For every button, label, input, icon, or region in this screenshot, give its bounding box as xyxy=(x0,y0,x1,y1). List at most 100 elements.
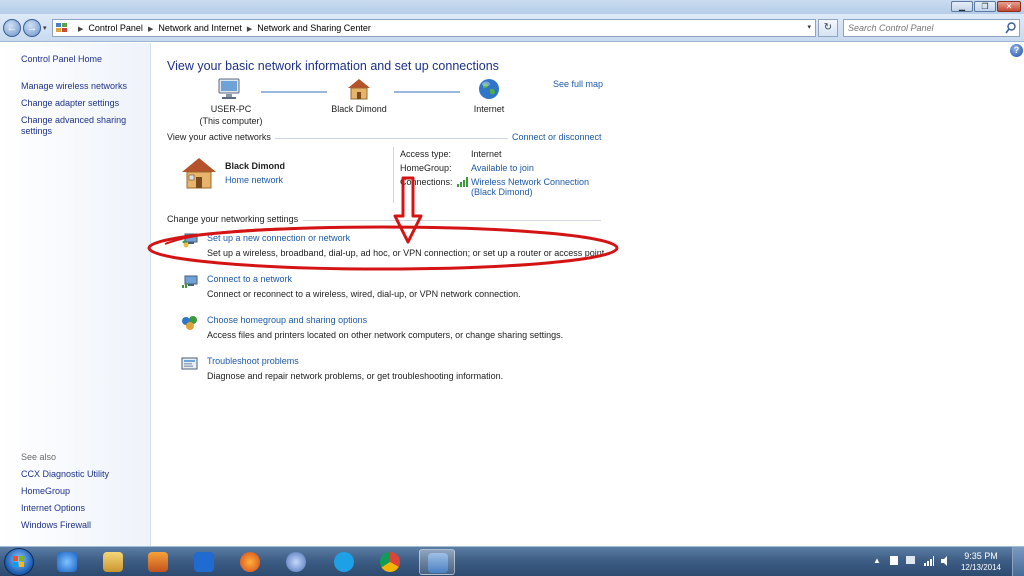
see-also-ccx-diagnostic-utility[interactable]: CCX Diagnostic Utility xyxy=(21,469,109,480)
taskbar-control-panel[interactable] xyxy=(419,549,455,575)
windows-logo-icon xyxy=(13,556,24,567)
help-icon[interactable]: ? xyxy=(1010,44,1023,57)
access-type-label: Access type: xyxy=(400,149,452,159)
network-type-link[interactable]: Home network xyxy=(225,175,283,185)
media-player-icon xyxy=(148,552,168,572)
divider xyxy=(303,220,601,221)
breadcrumb: ▶ Control Panel ▶ Network and Internet ▶ Netw… xyxy=(73,23,371,33)
clock-date[interactable]: 12/13/2014 xyxy=(958,563,1004,572)
connect-network-icon xyxy=(182,275,198,288)
monitor-icon[interactable] xyxy=(906,556,915,564)
sidebar-item-label-line-1: Change advanced sharing xyxy=(21,115,127,125)
refresh-button[interactable]: ↻ xyxy=(818,19,838,37)
annotation-ellipse xyxy=(147,225,619,271)
taskbar: ▲ 9:35 PM 12/13/2014 xyxy=(0,546,1024,576)
internet-explorer-icon xyxy=(57,552,77,572)
address-bar[interactable]: ▶ Control Panel ▶ Network and Internet ▶ Netw… xyxy=(52,19,816,37)
breadcrumb-network-and-internet[interactable]: Network and Internet xyxy=(158,23,242,33)
show-hidden-icons-button[interactable]: ▲ xyxy=(873,556,883,566)
firefox-icon xyxy=(240,552,260,572)
action-center-flag-icon[interactable] xyxy=(890,556,898,565)
access-type-value: Internet xyxy=(471,149,502,159)
connection-network: (Black Dimond) xyxy=(471,187,533,197)
volume-icon[interactable] xyxy=(941,556,951,566)
task-connect-network-desc: Connect or reconnect to a wireless, wire… xyxy=(207,289,521,299)
see-also-internet-options[interactable]: Internet Options xyxy=(21,503,85,514)
recent-pages-icon[interactable]: ▾ xyxy=(43,24,47,32)
taskbar-media-player[interactable] xyxy=(140,549,176,575)
navigation-bar: ← → ▾ ▶ Control Panel ▶ Network and Interne… xyxy=(0,14,1024,42)
taskbar-internet-explorer[interactable] xyxy=(49,549,85,575)
breadcrumb-separator[interactable]: ▶ xyxy=(148,26,153,33)
map-computer-name: USER-PC xyxy=(210,104,252,114)
active-networks-heading: View your active networks xyxy=(167,132,271,142)
start-button[interactable] xyxy=(4,548,34,576)
see-also-windows-firewall[interactable]: Windows Firewall xyxy=(21,520,91,531)
close-button[interactable]: ✕ xyxy=(997,1,1021,12)
sidebar-item-change-advanced-sharing-settings[interactable]: Change advanced sharing settings xyxy=(21,115,126,137)
taskbar-app-m[interactable] xyxy=(186,549,222,575)
home-network-icon xyxy=(182,158,216,189)
homegroup-icon xyxy=(182,316,197,330)
map-computer-sub: (This computer) xyxy=(199,116,263,126)
minimize-button[interactable]: ▁ xyxy=(951,1,973,12)
breadcrumb-network-and-sharing-center[interactable]: Network and Sharing Center xyxy=(257,23,371,33)
wireless-connection-link[interactable]: Wireless Network Connection (Black Dimon… xyxy=(471,177,589,197)
breadcrumb-separator[interactable]: ▶ xyxy=(78,26,83,33)
taskbar-file-explorer[interactable] xyxy=(95,549,131,575)
control-panel-icon xyxy=(56,23,67,32)
taskbar-skype[interactable] xyxy=(326,549,362,575)
control-panel-icon xyxy=(428,553,448,573)
wireless-signal-icon xyxy=(457,177,468,187)
divider xyxy=(275,138,508,139)
breadcrumb-control-panel[interactable]: Control Panel xyxy=(88,23,143,33)
globe-icon xyxy=(286,552,306,572)
sidebar-item-change-adapter-settings[interactable]: Change adapter settings xyxy=(21,98,119,109)
taskbar-globe-app[interactable] xyxy=(278,549,314,575)
app-m-icon xyxy=(194,552,214,572)
map-connection-line xyxy=(394,91,460,93)
home-network-icon xyxy=(348,79,370,100)
forward-button[interactable]: → xyxy=(23,19,41,37)
map-network-name: Black Dimond xyxy=(331,104,387,114)
computer-icon xyxy=(218,78,240,99)
sidebar-item-label-line-2: settings xyxy=(21,126,53,136)
task-troubleshoot-desc: Diagnose and repair network problems, or… xyxy=(207,371,504,381)
see-full-map-link[interactable]: See full map xyxy=(553,79,603,89)
connection-name: Wireless Network Connection xyxy=(471,177,590,187)
task-connect-network-link[interactable]: Connect to a network xyxy=(207,274,292,284)
main-content: ? View your basic network information an… xyxy=(151,43,1024,546)
search-box[interactable] xyxy=(843,19,1020,37)
see-also-homegroup[interactable]: HomeGroup xyxy=(21,486,70,497)
connect-or-disconnect-link[interactable]: Connect or disconnect xyxy=(512,132,602,142)
back-button[interactable]: ← xyxy=(3,19,21,37)
task-troubleshoot-link[interactable]: Troubleshoot problems xyxy=(207,356,299,366)
show-desktop-button[interactable] xyxy=(1012,547,1024,576)
see-also-heading: See also xyxy=(21,452,57,462)
map-internet: Internet xyxy=(473,104,505,114)
active-network-name: Black Dimond xyxy=(225,161,286,171)
task-homegroup-link[interactable]: Choose homegroup and sharing options xyxy=(207,315,367,325)
title-bar: ▁ ❐ ✕ xyxy=(0,0,1024,14)
page-title: View your basic network information and … xyxy=(167,59,499,73)
clock-time[interactable]: 9:35 PM xyxy=(958,551,1004,561)
skype-icon xyxy=(334,552,354,572)
sidebar-item-manage-wireless-networks[interactable]: Manage wireless networks xyxy=(21,81,127,92)
homegroup-available-link[interactable]: Available to join xyxy=(471,163,534,173)
wireless-tray-icon[interactable] xyxy=(924,556,934,566)
address-dropdown-icon[interactable]: ▾ xyxy=(807,23,811,31)
taskbar-firefox[interactable] xyxy=(232,549,268,575)
search-icon[interactable] xyxy=(1005,22,1016,34)
sidebar-item-control-panel-home[interactable]: Control Panel Home xyxy=(21,54,102,65)
homegroup-label: HomeGroup: xyxy=(400,163,452,173)
maximize-button[interactable]: ❐ xyxy=(974,1,996,12)
search-input[interactable] xyxy=(848,22,998,34)
breadcrumb-separator[interactable]: ▶ xyxy=(247,26,252,33)
map-connection-line xyxy=(261,91,327,93)
troubleshoot-icon xyxy=(181,357,198,370)
task-homegroup-desc: Access files and printers located on oth… xyxy=(207,330,564,340)
sidebar: Control Panel Home Manage wireless netwo… xyxy=(0,43,151,546)
settings-heading: Change your networking settings xyxy=(167,214,299,224)
internet-globe-icon xyxy=(479,79,499,99)
taskbar-chrome[interactable] xyxy=(372,549,408,575)
